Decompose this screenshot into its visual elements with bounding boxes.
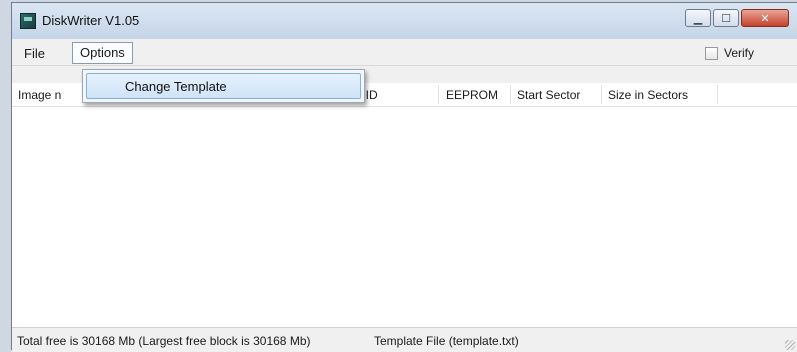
column-divider[interactable] xyxy=(717,85,718,104)
minimize-icon: ▁ xyxy=(693,12,703,25)
menu-bar: File Options Verify xyxy=(12,39,797,66)
menu-item-label: Change Template xyxy=(125,79,227,94)
close-button[interactable]: ✕ xyxy=(741,9,789,27)
image-list[interactable] xyxy=(12,107,797,327)
menu-options[interactable]: Options xyxy=(72,42,133,64)
column-divider[interactable] xyxy=(510,85,511,104)
column-header-image-name[interactable]: Image n xyxy=(18,88,61,102)
window-title: DiskWriter V1.05 xyxy=(42,13,140,28)
maximize-icon: ☐ xyxy=(721,12,731,25)
column-header-start-sector[interactable]: Start Sector xyxy=(517,88,580,102)
verify-label: Verify xyxy=(724,46,755,60)
maximize-button[interactable]: ☐ xyxy=(713,9,739,27)
status-template-file: Template File (template.txt) xyxy=(374,334,519,348)
menu-file[interactable]: File xyxy=(19,44,50,63)
column-header-size-in-sectors[interactable]: Size in Sectors xyxy=(608,88,688,102)
resize-grip[interactable] xyxy=(785,340,795,350)
menu-item-change-template[interactable]: Change Template xyxy=(86,73,361,99)
options-dropdown-menu: Change Template xyxy=(82,69,365,103)
title-bar[interactable]: DiskWriter V1.05 ▁ ☐ ✕ xyxy=(12,3,797,39)
minimize-button[interactable]: ▁ xyxy=(685,9,711,27)
column-header-eeprom[interactable]: EEPROM xyxy=(446,88,498,102)
status-bar: Total free is 30168 Mb (Largest free blo… xyxy=(12,327,797,352)
caption-buttons: ▁ ☐ ✕ xyxy=(685,9,791,29)
app-icon xyxy=(20,13,36,29)
verify-checkbox[interactable] xyxy=(705,46,718,60)
status-free-space: Total free is 30168 Mb (Largest free blo… xyxy=(17,334,311,348)
column-divider[interactable] xyxy=(601,85,602,104)
column-divider[interactable] xyxy=(438,85,439,104)
verify-checkbox-group[interactable]: Verify xyxy=(705,46,754,60)
app-window: DiskWriter V1.05 ▁ ☐ ✕ File Options Veri… xyxy=(11,2,797,352)
close-icon: ✕ xyxy=(760,12,770,25)
